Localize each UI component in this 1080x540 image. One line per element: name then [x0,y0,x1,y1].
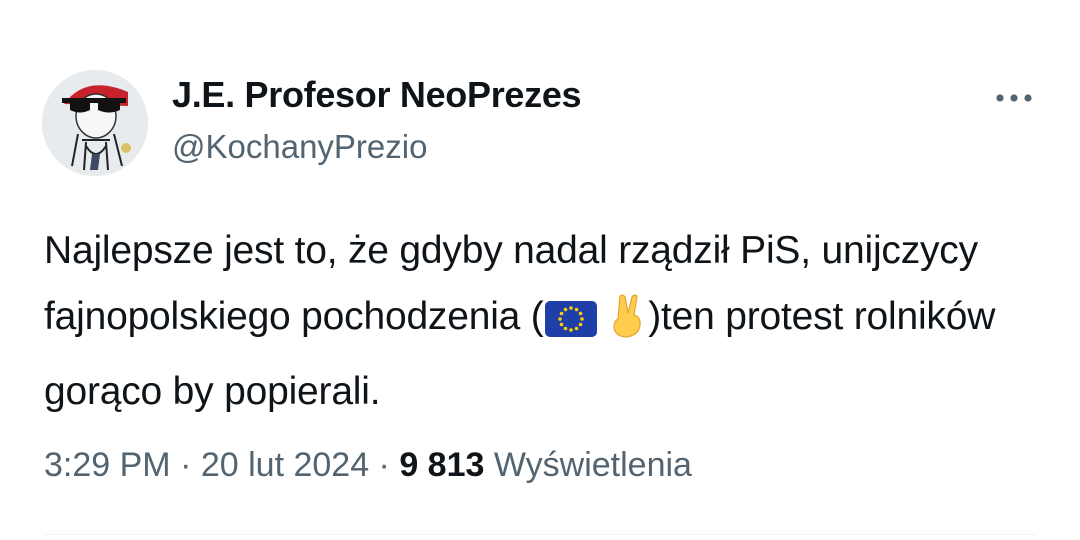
divider [44,534,1036,535]
more-options-button[interactable] [988,80,1040,116]
avatar[interactable] [42,70,148,176]
meta-separator: · [170,446,201,484]
tweet-text: Najlepsze jest to, że gdyby nadal rządzi… [44,218,1044,425]
avatar-image [42,70,148,176]
victory-hand-icon [608,292,648,359]
tweet-meta: 3:29 PM · 20 lut 2024 · 9 813 Wyświetlen… [44,446,692,485]
author-handle[interactable]: @KochanyPrezio [172,128,427,166]
tweet-card: J.E. Profesor NeoPrezes @KochanyPrezio N… [0,0,1080,540]
tweet-time[interactable]: 3:29 PM [44,446,171,484]
views-count: 9 813 [399,446,485,484]
views-label[interactable]: Wyświetlenia [484,446,692,484]
more-horizontal-icon [996,94,1032,102]
eu-flag-icon [544,293,598,359]
author-display-name[interactable]: J.E. Profesor NeoPrezes [172,74,582,116]
meta-separator: · [369,446,400,484]
tweet-date[interactable]: 20 lut 2024 [201,446,369,484]
